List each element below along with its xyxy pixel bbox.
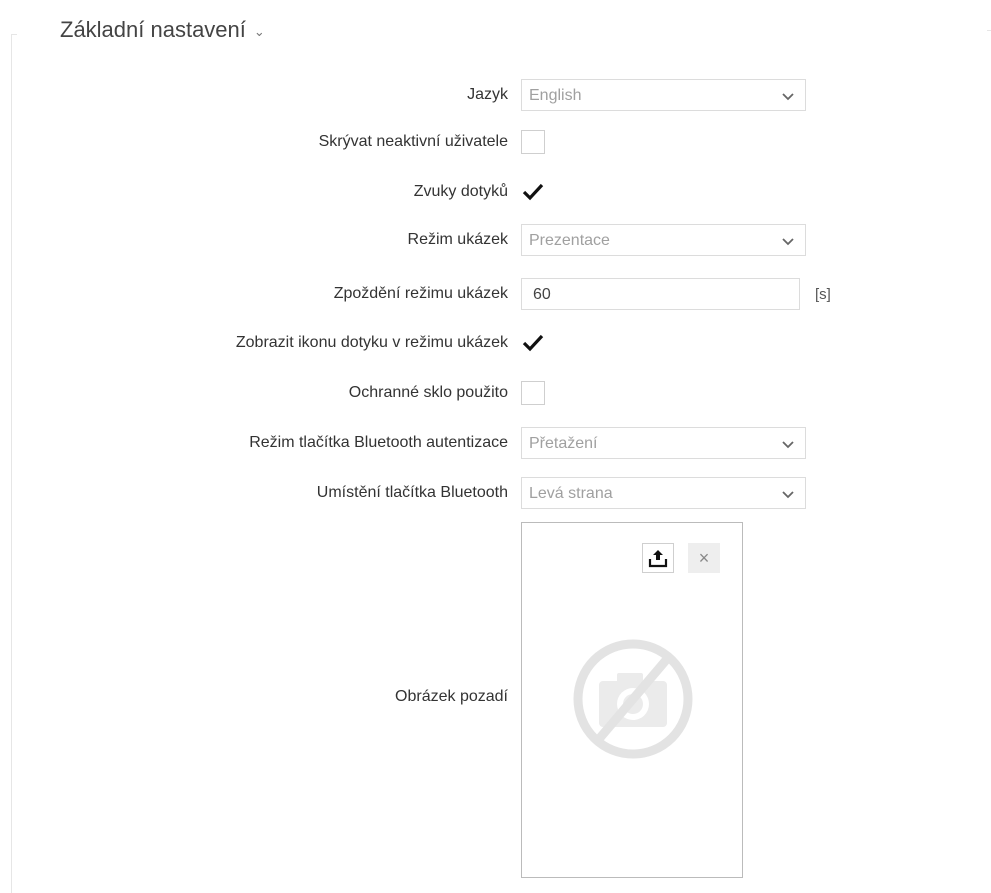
bt-button-position-label: Umístění tlačítka Bluetooth xyxy=(316,484,508,501)
bt-auth-button-mode-select[interactable]: Přetažení xyxy=(521,427,806,459)
protective-glass-row: Ochranné sklo použito xyxy=(0,377,991,409)
demo-mode-label: Režim ukázek xyxy=(407,231,508,248)
demo-delay-input[interactable]: 60 xyxy=(521,278,800,310)
checkmark-icon xyxy=(522,334,544,352)
touch-sounds-row: Zvuky dotyků xyxy=(0,176,991,208)
demo-delay-value: 60 xyxy=(533,286,551,303)
checkmark-icon xyxy=(522,183,544,201)
touch-sounds-label: Zvuky dotyků xyxy=(413,183,508,200)
chevron-down-icon xyxy=(782,491,794,499)
chevron-down-icon xyxy=(782,238,794,246)
upload-button[interactable] xyxy=(642,543,674,573)
demo-mode-select[interactable]: Prezentace xyxy=(521,224,806,256)
protective-glass-label: Ochranné sklo použito xyxy=(348,384,508,401)
background-image-box: × xyxy=(521,522,743,878)
language-select[interactable]: English xyxy=(521,79,806,111)
no-image-icon xyxy=(573,639,693,759)
chevron-down-icon xyxy=(782,441,794,449)
demo-delay-label: Zpoždění režimu ukázek xyxy=(333,285,508,302)
demo-mode-value: Prezentace xyxy=(529,232,610,249)
hide-inactive-users-label: Skrývat neaktivní uživatele xyxy=(318,133,508,150)
chevron-down-icon xyxy=(782,93,794,101)
section-title: Základní nastavení xyxy=(60,17,246,42)
background-image-label: Obrázek pozadí xyxy=(395,688,508,705)
hide-inactive-users-row: Skrývat neaktivní uživatele xyxy=(0,126,991,158)
protective-glass-checkbox[interactable] xyxy=(521,381,545,405)
close-icon: × xyxy=(698,547,710,568)
section-title-toggle[interactable]: Základní nastavení ⌄ xyxy=(60,17,265,43)
bt-auth-button-mode-label: Režim tlačítka Bluetooth autentizace xyxy=(249,434,508,451)
bt-button-position-select[interactable]: Levá strana xyxy=(521,477,806,509)
language-label: Jazyk xyxy=(467,86,508,103)
bt-button-position-value: Levá strana xyxy=(529,485,613,502)
touch-sounds-checkbox[interactable] xyxy=(521,180,545,204)
show-touch-icon-checkbox[interactable] xyxy=(521,331,545,355)
language-row: Jazyk English xyxy=(0,79,991,111)
chevron-down-icon: ⌄ xyxy=(253,24,265,39)
bt-button-position-row: Umístění tlačítka Bluetooth Levá strana xyxy=(0,477,991,509)
demo-delay-unit: [s] xyxy=(815,286,831,303)
remove-image-button[interactable]: × xyxy=(688,543,720,573)
bt-auth-button-mode-row: Režim tlačítka Bluetooth autentizace Pře… xyxy=(0,427,991,459)
demo-delay-row: Zpoždění režimu ukázek 60 [s] xyxy=(0,278,991,310)
demo-mode-row: Režim ukázek Prezentace xyxy=(0,224,991,256)
frame-corner-mark xyxy=(987,30,991,31)
hide-inactive-users-checkbox[interactable] xyxy=(521,130,545,154)
show-touch-icon-row: Zobrazit ikonu dotyku v režimu ukázek xyxy=(0,327,991,359)
show-touch-icon-label: Zobrazit ikonu dotyku v režimu ukázek xyxy=(235,334,508,351)
language-value: English xyxy=(529,87,582,104)
upload-icon xyxy=(648,550,668,568)
section-frame-corner xyxy=(11,34,17,35)
bt-auth-button-mode-value: Přetažení xyxy=(529,435,598,452)
section-frame-line xyxy=(11,34,12,893)
